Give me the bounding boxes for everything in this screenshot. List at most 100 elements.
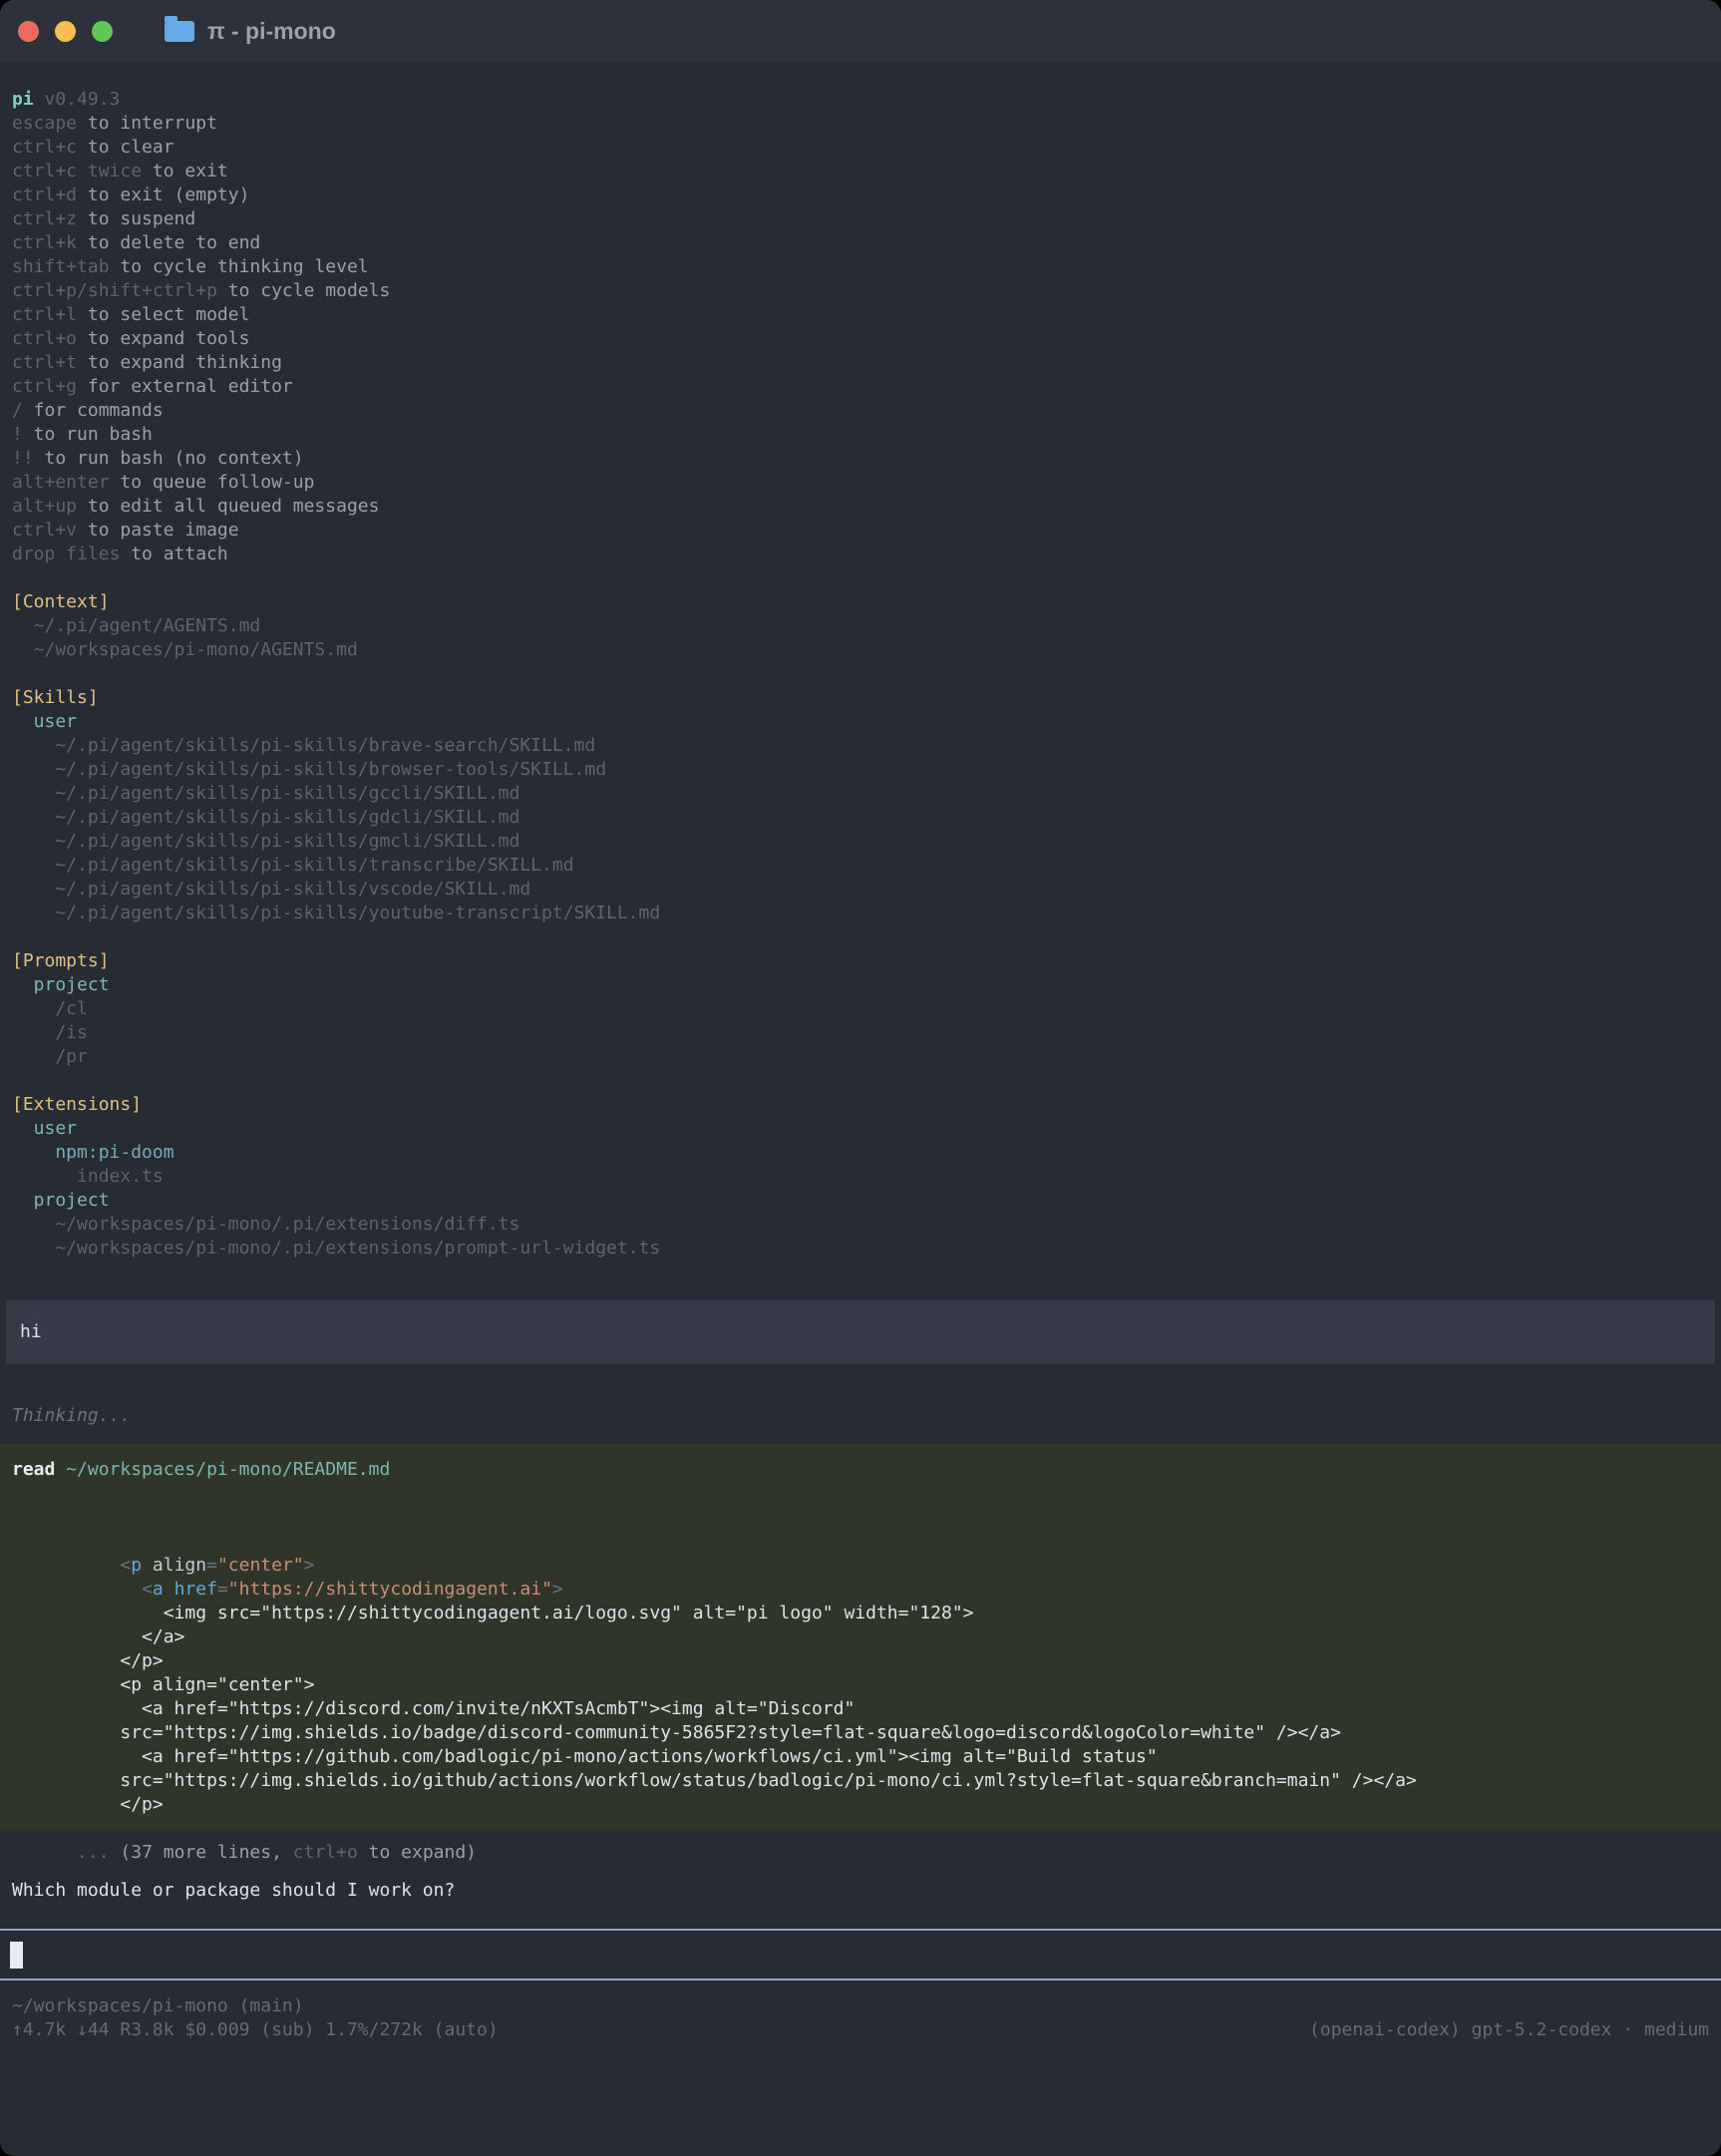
shortcut-list: escapeto interruptctrl+cto clearctrl+c t… [0,112,1721,566]
minimize-button[interactable] [55,21,76,42]
shortcut-line: escapeto interrupt [0,112,1721,136]
shortcut-key: !! [12,448,34,469]
window-title: π - pi-mono [207,18,336,45]
code-token: "https://shittycodingagent.ai" [228,1579,552,1600]
shortcut-line: alt+upto edit all queued messages [0,495,1721,519]
shortcut-key: ctrl+c [12,137,77,158]
shortcut-key: / [12,400,23,421]
text-cursor [10,1942,23,1969]
shortcut-key: escape [12,113,77,134]
code-line: <a href="https://discord.com/invite/nKXT… [0,1649,1721,1673]
code-token: = [206,1555,217,1576]
shortcut-key: shift+tab [12,256,110,277]
thinking-indicator: Thinking... [0,1404,1721,1428]
truncation-notice: ... (37 more lines, ctrl+o to expand) [0,1793,1721,1817]
app-version: v0.49.3 [34,89,121,110]
shortcut-line: ctrl+cto clear [0,136,1721,160]
section-line: ~/.pi/agent/skills/pi-skills/gccli/SKILL… [0,782,1721,806]
shortcut-desc: to run bash (no context) [34,448,304,469]
shortcut-desc: to suspend [77,208,195,229]
app-name: pi [12,89,34,110]
section-line: ~/workspaces/pi-mono/.pi/extensions/prom… [0,1237,1721,1260]
section-line: project [0,1189,1721,1213]
titlebar: π - pi-mono [0,0,1721,62]
shortcut-desc: to delete to end [77,232,260,253]
code-line: <p align="center"> [0,1625,1721,1649]
startup-section: [Prompts] project /cl /is /pr [0,925,1721,1069]
section-line: user [0,710,1721,734]
shortcut-line: ctrl+kto delete to end [0,231,1721,255]
shortcut-line: ctrl+vto paste image [0,519,1721,542]
code-token: <img src="https://shittycodingagent.ai/l… [120,1603,973,1623]
section-title: [Prompts] [0,949,1721,973]
section-title: [Skills] [0,686,1721,710]
prompt-input[interactable] [0,1929,1721,1980]
status-bar: ~/workspaces/pi-mono (main) ↑4.7k ↓44 R3… [0,1994,1721,2042]
section-line: ~/.pi/agent/skills/pi-skills/gmcli/SKILL… [0,830,1721,854]
shortcut-desc: to cycle models [217,280,390,301]
code-token: </p> [120,1794,163,1815]
shortcut-key: alt+up [12,496,77,517]
section-title: [Extensions] [0,1093,1721,1117]
section-line: ~/.pi/agent/skills/pi-skills/brave-searc… [0,734,1721,758]
shortcut-key: ctrl+g [12,376,77,397]
code-token: <a href="https://github.com/badlogic/pi-… [120,1746,1157,1767]
shortcut-desc: to run bash [23,424,153,445]
truncation-segment: (37 more lines, [120,1842,292,1863]
blank-line [0,925,1721,949]
section-line: /cl [0,997,1721,1021]
user-message: hi [6,1300,1715,1364]
shortcut-key: ctrl+k [12,232,77,253]
code-line: <p align="center"> [0,1506,1721,1530]
blank-line [0,566,1721,590]
assistant-message: Which module or package should I work on… [0,1879,1721,1903]
shortcut-desc: to cycle thinking level [110,256,369,277]
code-token: < [142,1579,153,1600]
truncation-segment: ctrl+o [293,1842,358,1863]
truncation-segment: to expand) [358,1842,477,1863]
blank-line [0,662,1721,686]
shortcut-line: alt+enterto queue follow-up [0,471,1721,495]
section-line: /pr [0,1045,1721,1069]
shortcut-line: ctrl+zto suspend [0,207,1721,231]
section-line: ~/.pi/agent/skills/pi-skills/gdcli/SKILL… [0,806,1721,830]
code-token: "center" [217,1555,304,1576]
code-token: src="https://img.shields.io/badge/discor… [120,1722,1341,1743]
shortcut-desc: for commands [23,400,164,421]
shortcut-desc: to paste image [77,520,239,540]
shortcut-key: ctrl+z [12,208,77,229]
shortcut-desc: to attach [120,543,227,564]
close-button[interactable] [18,21,39,42]
section-lines: user npm:pi-doom index.ts project ~/work… [0,1117,1721,1260]
section-line: ~/workspaces/pi-mono/.pi/extensions/diff… [0,1213,1721,1237]
shortcut-desc: to select model [77,304,249,325]
shortcut-line: ctrl+c twiceto exit [0,160,1721,183]
shortcut-desc: to expand tools [77,328,249,349]
startup-section: [Context] ~/.pi/agent/AGENTS.md ~/worksp… [0,566,1721,662]
maximize-button[interactable] [92,21,113,42]
startup-sections: [Context] ~/.pi/agent/AGENTS.md ~/worksp… [0,566,1721,1260]
shortcut-line: shift+tabto cycle thinking level [0,255,1721,279]
shortcut-key: drop files [12,543,120,564]
tool-call-block: read~/workspaces/pi-mono/README.md <p al… [0,1444,1721,1831]
shortcut-line: ctrl+oto expand tools [0,327,1721,351]
shortcut-line: /for commands [0,399,1721,423]
folder-icon [165,21,194,42]
shortcut-key: ! [12,424,23,445]
traffic-lights [18,21,113,42]
cwd-branch-status: ~/workspaces/pi-mono (main) [0,1994,1721,2018]
tool-arg: ~/workspaces/pi-mono/README.md [55,1459,390,1480]
section-line: ~/.pi/agent/skills/pi-skills/browser-too… [0,758,1721,782]
code-token: = [217,1579,228,1600]
terminal-content: piv0.49.3 escapeto interruptctrl+cto cle… [0,62,1721,2042]
code-token: <p align="center"> [120,1674,314,1695]
version-line: piv0.49.3 [0,88,1721,112]
shortcut-key: ctrl+c twice [12,161,142,181]
code-token: src="https://img.shields.io/github/actio… [120,1770,1416,1791]
code-token: <a href="https://discord.com/invite/nKXT… [120,1698,855,1719]
shortcut-key: alt+enter [12,472,110,493]
section-lines: user ~/.pi/agent/skills/pi-skills/brave-… [0,710,1721,925]
shortcut-line: ctrl+dto exit (empty) [0,183,1721,207]
section-line: project [0,973,1721,997]
shortcut-desc: for external editor [77,376,293,397]
